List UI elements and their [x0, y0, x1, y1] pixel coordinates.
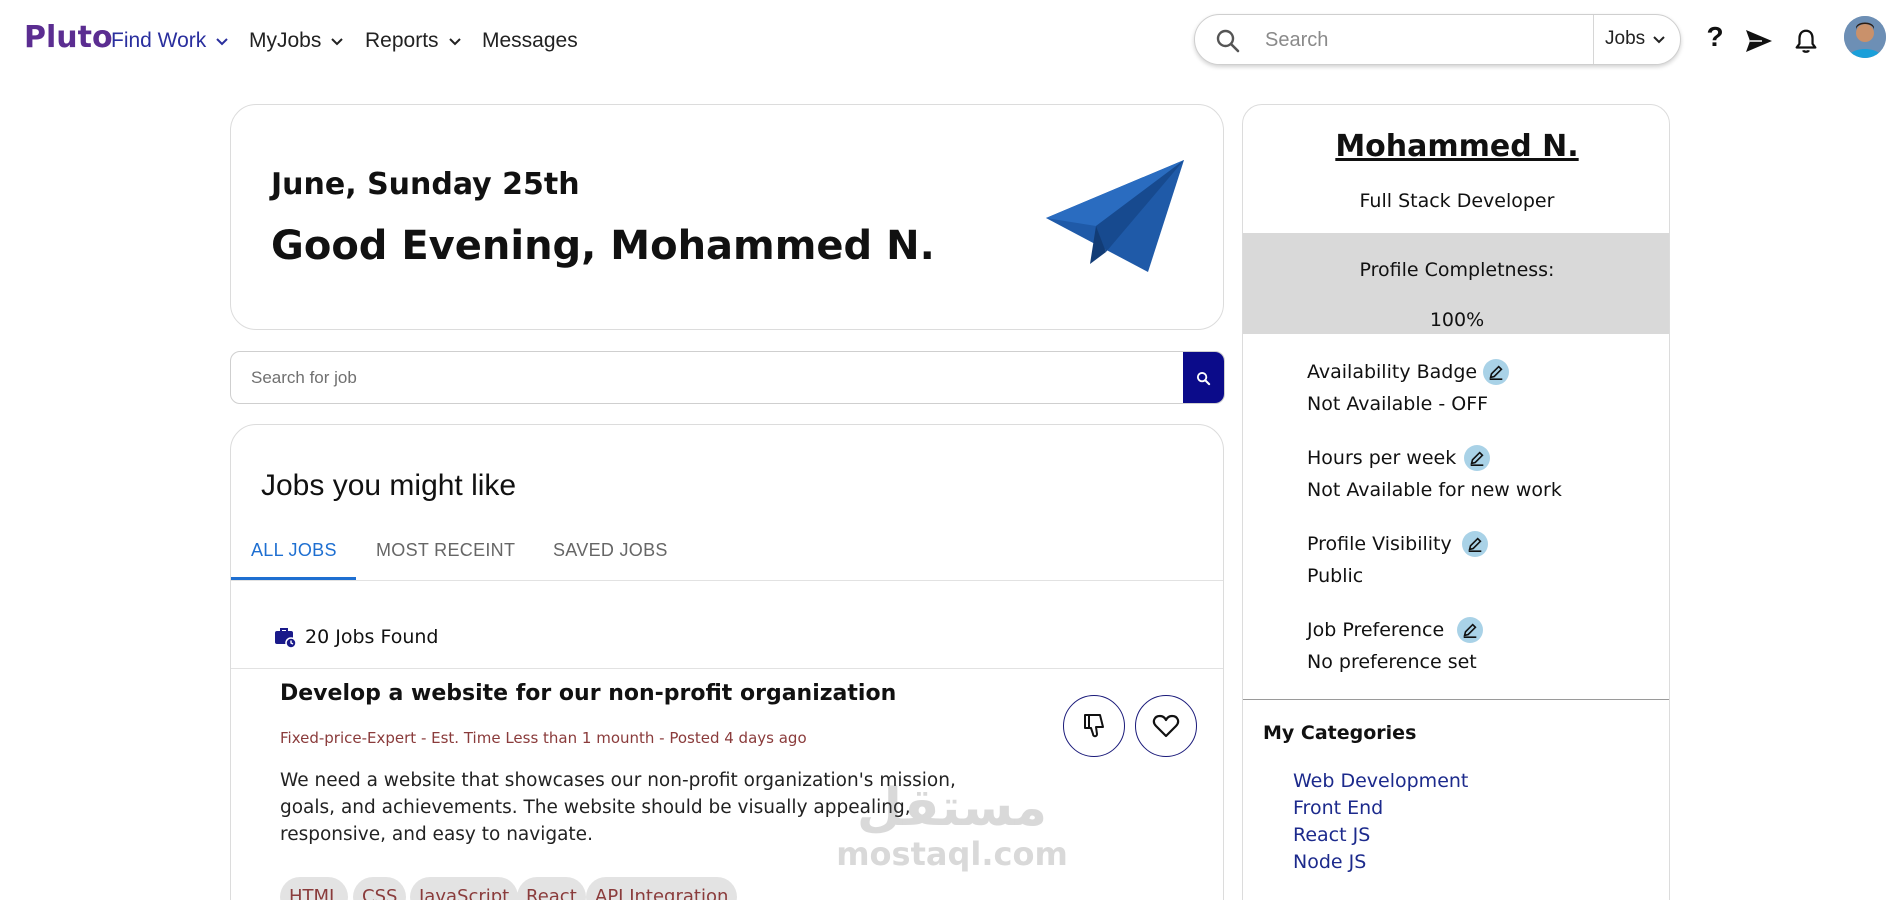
search-scope-select[interactable]: Jobs [1605, 28, 1667, 50]
nav-reports[interactable]: Reports [365, 29, 463, 53]
tab-all-jobs[interactable]: ALL JOBS [251, 540, 337, 561]
nav-find-work-label: Find Work [111, 29, 207, 52]
edit-hours-button[interactable] [1464, 445, 1490, 471]
global-search-input[interactable] [1265, 25, 1565, 55]
category-item[interactable]: Web Development [1293, 770, 1468, 792]
profile-card: Mohammed N. Full Stack Developer Profile… [1242, 104, 1670, 900]
watermark-arabic: مستقل [856, 778, 1048, 838]
nav-messages-label: Messages [482, 29, 578, 52]
save-job-button[interactable] [1135, 695, 1197, 757]
edit-availability-button[interactable] [1483, 359, 1509, 385]
job-search-bar [230, 351, 1225, 404]
chevron-down-icon [331, 38, 344, 46]
dislike-button[interactable] [1063, 695, 1125, 757]
skill-chip[interactable]: HTML [280, 877, 349, 900]
category-item[interactable]: Front End [1293, 797, 1383, 819]
job-meta: Fixed-price-Expert - Est. Time Less than… [280, 729, 807, 747]
job-preference-label: Job Preference [1307, 619, 1445, 641]
profile-visibility-value: Public [1307, 565, 1364, 587]
watermark: مستقل mostaql.com [832, 780, 1072, 872]
greeting-message: Good Evening, Mohammed N. [271, 223, 935, 269]
availability-badge-value: Not Available - OFF [1307, 393, 1489, 415]
greeting-date: June, Sunday 25th [271, 167, 580, 202]
jobs-card: Jobs you might like ALL JOBS MOST RECEIN… [230, 424, 1224, 900]
skill-chip[interactable]: API Integration [586, 877, 738, 900]
profile-name[interactable]: Mohammed N. [1243, 129, 1669, 164]
paper-plane-icon [1046, 160, 1184, 272]
tab-saved-jobs[interactable]: SAVED JOBS [553, 540, 668, 561]
found-divider [231, 668, 1223, 669]
watermark-latin: mostaql.com [836, 835, 1068, 873]
nav-reports-label: Reports [365, 29, 439, 52]
brand-logo[interactable]: Pluto [24, 20, 113, 55]
pencil-icon [1470, 451, 1484, 467]
search-icon [1196, 371, 1211, 386]
help-icon[interactable]: ? [1700, 21, 1730, 52]
nav-messages[interactable]: Messages [482, 29, 578, 53]
top-navigation: Pluto Find Work MyJobs Reports Messages … [0, 0, 1900, 84]
nav-my-jobs-label: MyJobs [249, 29, 322, 52]
profile-completeness: Profile Completness: 100% [1243, 233, 1669, 334]
edit-visibility-button[interactable] [1462, 531, 1488, 557]
profile-role: Full Stack Developer [1359, 190, 1555, 212]
category-item[interactable]: Node JS [1293, 851, 1366, 873]
chevron-down-icon [448, 38, 461, 46]
profile-visibility-label: Profile Visibility [1307, 533, 1452, 555]
chevron-down-icon [216, 38, 229, 46]
nav-find-work[interactable]: Find Work [111, 29, 230, 53]
tab-most-recent[interactable]: MOST RECEINT [376, 540, 515, 561]
job-search-button[interactable] [1183, 352, 1224, 403]
tabs-divider [231, 580, 1223, 581]
skill-chip[interactable]: CSS [353, 877, 407, 900]
job-preference-value: No preference set [1307, 651, 1477, 673]
hours-per-week-value: Not Available for new work [1307, 479, 1562, 501]
job-search-input[interactable] [251, 364, 1151, 392]
job-title[interactable]: Develop a website for our non-profit org… [280, 681, 896, 706]
bell-icon[interactable] [1791, 26, 1821, 56]
jobs-found-count: 20 Jobs Found [273, 625, 438, 649]
completeness-value: 100% [1429, 309, 1485, 331]
avatar[interactable] [1844, 16, 1886, 58]
send-icon[interactable] [1744, 26, 1774, 56]
nav-my-jobs[interactable]: MyJobs [249, 29, 345, 53]
pencil-icon [1463, 623, 1477, 639]
briefcase-clock-icon [275, 628, 297, 649]
skill-chip[interactable]: React [517, 877, 586, 900]
category-item[interactable]: React JS [1293, 824, 1370, 846]
heart-icon [1152, 714, 1180, 738]
jobs-section-title: Jobs you might like [261, 469, 517, 502]
categories-title: My Categories [1263, 722, 1417, 744]
availability-badge-label: Availability Badge [1307, 361, 1478, 383]
hours-per-week-label: Hours per week [1307, 447, 1457, 469]
search-divider [1593, 15, 1594, 64]
thumbs-down-icon [1084, 714, 1104, 738]
edit-job-preference-button[interactable] [1457, 617, 1483, 643]
greeting-card: June, Sunday 25th Good Evening, Mohammed… [230, 104, 1224, 330]
completeness-label: Profile Completness: [1359, 259, 1555, 281]
profile-divider [1243, 699, 1669, 700]
search-icon[interactable] [1215, 28, 1241, 54]
chevron-down-icon [1653, 36, 1665, 44]
search-scope-label: Jobs [1605, 28, 1646, 49]
pencil-icon [1489, 365, 1503, 381]
jobs-found-label: 20 Jobs Found [305, 626, 439, 648]
global-search: Jobs [1194, 14, 1681, 65]
pencil-icon [1468, 537, 1482, 553]
skill-chip[interactable]: JavaScript [410, 877, 519, 900]
